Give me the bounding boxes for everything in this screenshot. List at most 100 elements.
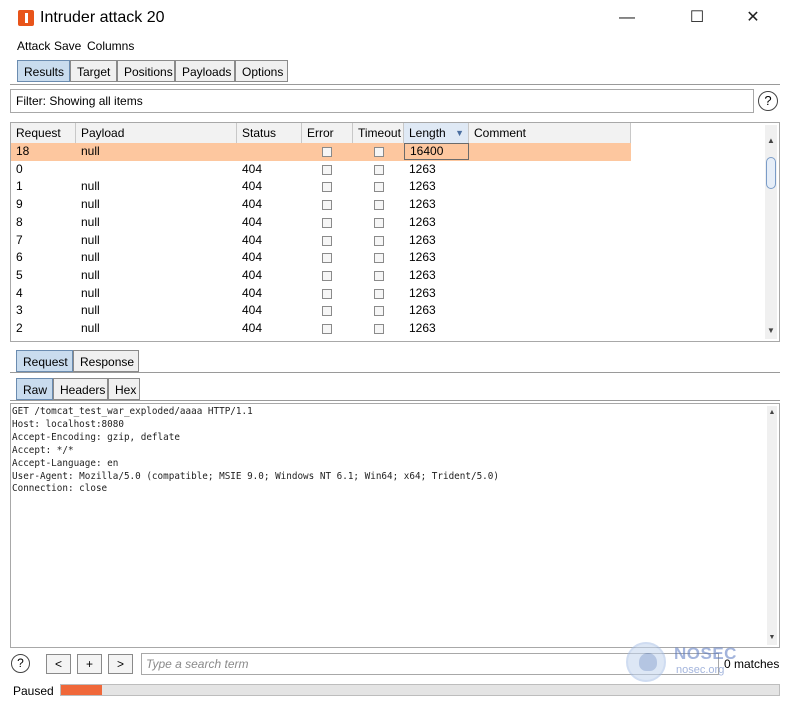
cell-payload: null bbox=[81, 144, 100, 158]
column-header-payload[interactable]: Payload bbox=[76, 123, 237, 143]
pane-splitter[interactable] bbox=[10, 343, 780, 347]
cell-length: 1263 bbox=[409, 161, 436, 176]
cell-length: 1263 bbox=[409, 179, 436, 194]
cell-length: 16400 bbox=[404, 143, 469, 160]
table-row[interactable]: 9 null 404 1263 bbox=[11, 196, 631, 214]
table-row[interactable]: 8 null 404 1263 bbox=[11, 214, 631, 232]
filter-bar[interactable]: Filter: Showing all items bbox=[10, 89, 754, 113]
editor-scroll-down-icon[interactable]: ▼ bbox=[767, 633, 777, 643]
timeout-checkbox bbox=[374, 306, 384, 317]
table-row[interactable]: 4 null 404 1263 bbox=[11, 285, 631, 303]
column-header-status[interactable]: Status bbox=[237, 123, 302, 143]
search-prev-button[interactable]: < bbox=[46, 654, 71, 674]
scroll-thumb[interactable] bbox=[766, 157, 776, 189]
intruder-window: Intruder attack 20 — ☐ ✕ Attack Save Col… bbox=[0, 0, 790, 710]
cell-payload: null bbox=[81, 232, 100, 247]
tab-response[interactable]: Response bbox=[73, 350, 139, 372]
menu-save[interactable]: Save bbox=[54, 39, 81, 53]
cell-request: 5 bbox=[16, 267, 23, 282]
burp-app-icon bbox=[18, 10, 34, 26]
tab-request[interactable]: Request bbox=[16, 350, 73, 372]
nosec-watermark: NOSEC nosec.org bbox=[626, 642, 738, 688]
column-header-length[interactable]: Length ▼ bbox=[404, 123, 469, 143]
watermark-brand: NOSEC bbox=[674, 644, 737, 663]
cell-payload: null bbox=[81, 285, 100, 300]
tab-positions[interactable]: Positions bbox=[117, 60, 175, 82]
timeout-checkbox bbox=[374, 217, 384, 228]
editor-scroll-up-icon[interactable]: ▲ bbox=[767, 408, 777, 418]
help-icon[interactable]: ? bbox=[758, 91, 778, 111]
table-row[interactable]: 3 null 404 1263 bbox=[11, 302, 631, 320]
cell-payload: null bbox=[81, 303, 100, 318]
column-header-error[interactable]: Error bbox=[302, 123, 353, 143]
cell-status: 404 bbox=[242, 267, 263, 282]
cell-payload: null bbox=[81, 267, 100, 282]
cell-length: 1263 bbox=[409, 214, 436, 229]
error-checkbox bbox=[322, 235, 332, 246]
tab-options[interactable]: Options bbox=[235, 60, 288, 82]
error-checkbox bbox=[322, 288, 332, 299]
maximize-button[interactable]: ☐ bbox=[674, 6, 720, 30]
error-checkbox bbox=[322, 270, 332, 281]
view-tab-divider bbox=[10, 400, 780, 401]
timeout-checkbox bbox=[374, 324, 384, 334]
column-header-request[interactable]: Request bbox=[11, 123, 76, 143]
error-checkbox bbox=[322, 217, 332, 228]
timeout-checkbox bbox=[374, 288, 384, 299]
cell-status: 404 bbox=[242, 232, 263, 247]
column-header-timeout[interactable]: Timeout bbox=[353, 123, 404, 143]
cell-status: 404 bbox=[242, 161, 263, 176]
tab-divider bbox=[10, 84, 780, 85]
timeout-checkbox bbox=[374, 253, 384, 264]
cell-request: 7 bbox=[16, 232, 23, 247]
results-table: Request Payload Status Error Timeout Len… bbox=[10, 122, 780, 342]
table-row[interactable]: 0 404 1263 bbox=[11, 161, 631, 179]
table-row[interactable]: 5 null 404 1263 bbox=[11, 267, 631, 285]
search-help-icon[interactable]: ? bbox=[11, 654, 30, 673]
window-title: Intruder attack 20 bbox=[40, 9, 165, 26]
table-row[interactable]: 18 null 16400 bbox=[11, 143, 631, 161]
tab-payloads[interactable]: Payloads bbox=[175, 60, 235, 82]
table-row[interactable]: 1 null 404 1263 bbox=[11, 178, 631, 196]
scroll-down-icon[interactable]: ▼ bbox=[765, 325, 777, 337]
timeout-checkbox bbox=[374, 164, 384, 175]
menu-bar: Attack Save Columns bbox=[0, 38, 790, 56]
tab-target[interactable]: Target bbox=[70, 60, 117, 82]
tab-hex[interactable]: Hex bbox=[108, 378, 140, 400]
tab-headers[interactable]: Headers bbox=[53, 378, 108, 400]
table-scrollbar[interactable]: ▲ ▼ bbox=[765, 125, 777, 339]
status-label: Paused bbox=[13, 684, 54, 698]
editor-scrollbar[interactable]: ▲ ▼ bbox=[767, 406, 777, 645]
error-checkbox bbox=[322, 324, 332, 334]
cell-status: 404 bbox=[242, 197, 263, 212]
cell-status: 404 bbox=[242, 214, 263, 229]
cell-length: 1263 bbox=[409, 285, 436, 300]
cell-payload: null bbox=[81, 250, 100, 265]
cell-payload: null bbox=[81, 197, 100, 212]
close-button[interactable]: ✕ bbox=[730, 6, 776, 30]
minimize-button[interactable]: — bbox=[604, 6, 650, 30]
menu-columns[interactable]: Columns bbox=[87, 39, 134, 53]
timeout-checkbox bbox=[374, 270, 384, 281]
column-header-comment[interactable]: Comment bbox=[469, 123, 631, 143]
table-row[interactable]: 7 null 404 1263 bbox=[11, 232, 631, 250]
scroll-up-icon[interactable]: ▲ bbox=[765, 135, 777, 147]
cell-length: 1263 bbox=[409, 303, 436, 318]
cell-length: 1263 bbox=[409, 232, 436, 247]
raw-request-text[interactable]: GET /tomcat_test_war_exploded/aaaa HTTP/… bbox=[12, 406, 499, 496]
search-next-button[interactable]: > bbox=[108, 654, 133, 674]
error-checkbox bbox=[322, 200, 332, 211]
cell-request: 18 bbox=[16, 144, 30, 158]
tab-results[interactable]: Results bbox=[17, 60, 70, 82]
tab-raw[interactable]: Raw bbox=[16, 378, 53, 400]
table-row[interactable]: 2 null 404 1263 bbox=[11, 320, 631, 338]
table-row[interactable]: 6 null 404 1263 bbox=[11, 249, 631, 267]
menu-attack[interactable]: Attack bbox=[17, 39, 50, 53]
cell-request: 1 bbox=[16, 179, 23, 194]
timeout-checkbox bbox=[374, 235, 384, 246]
cell-length: 1263 bbox=[409, 197, 436, 212]
raw-request-editor[interactable]: GET /tomcat_test_war_exploded/aaaa HTTP/… bbox=[10, 403, 780, 648]
column-header-length-label: Length bbox=[409, 126, 446, 140]
cell-payload: null bbox=[81, 321, 100, 335]
search-add-button[interactable]: + bbox=[77, 654, 102, 674]
